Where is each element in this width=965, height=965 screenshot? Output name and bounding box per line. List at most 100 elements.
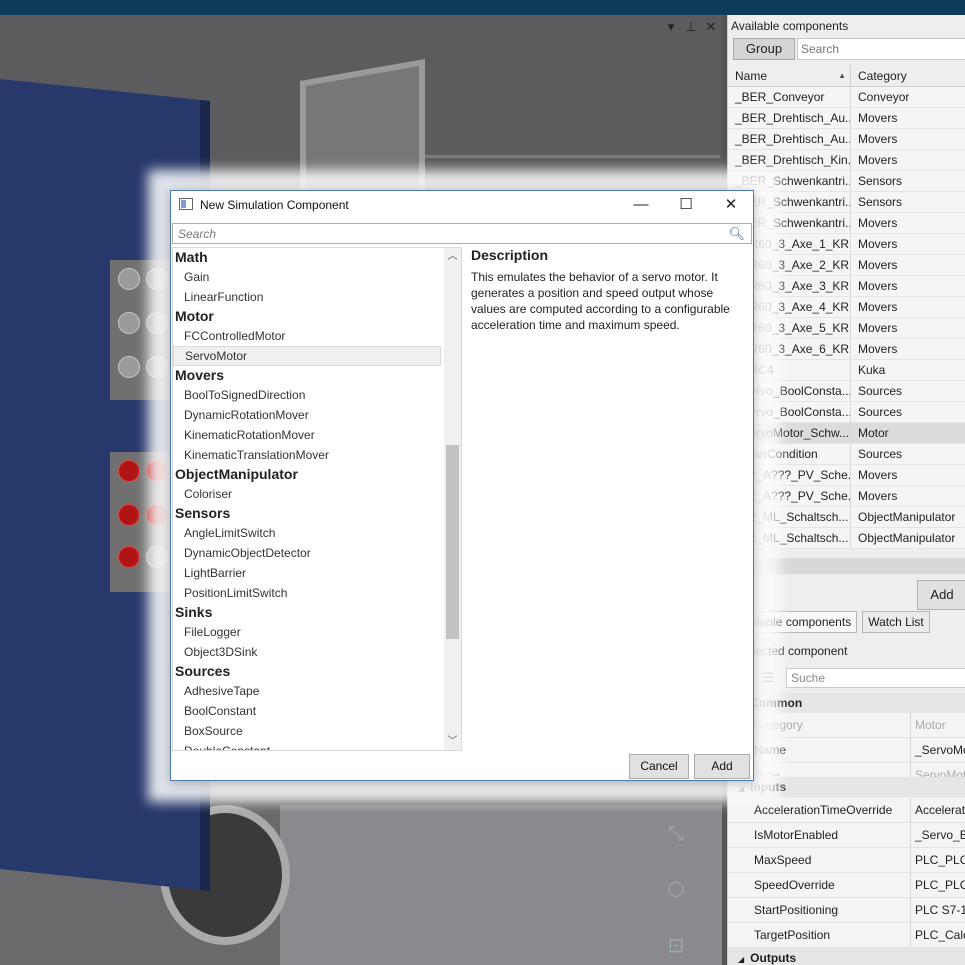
property-row[interactable]: SpeedOverridePLC_PLC_t xyxy=(728,873,965,898)
tree-item[interactable]: BoolConstant xyxy=(173,701,441,721)
cell-category: Movers xyxy=(858,321,898,335)
app-title-bar xyxy=(0,0,965,15)
components-search-input[interactable]: Search xyxy=(797,38,965,60)
search-icon[interactable]: 🔍︎ xyxy=(728,226,745,242)
tree-item[interactable]: AngleLimitSwitch xyxy=(173,523,441,543)
tree-category: Sources xyxy=(175,663,231,679)
minimize-button[interactable]: — xyxy=(618,191,664,220)
dialog-title: New Simulation Component xyxy=(200,198,349,212)
tree-item[interactable]: Coloriser xyxy=(173,484,441,504)
tree-item[interactable]: FCControlledMotor xyxy=(173,326,441,346)
scroll-thumb[interactable] xyxy=(446,445,459,639)
description-pane: Description This emulates the behavior o… xyxy=(471,247,753,751)
property-value[interactable]: AccelerationTime xyxy=(911,798,965,822)
cell-category: Movers xyxy=(858,132,898,146)
property-name: IsMotorEnabled xyxy=(728,823,911,847)
resize-icon[interactable]: ⤡ xyxy=(662,823,690,851)
tree-item[interactable]: Gain xyxy=(173,267,441,287)
cell-category: Sensors xyxy=(858,195,903,209)
tree-item[interactable]: BoxSource xyxy=(173,721,441,741)
pin-icon[interactable]: ⊥ xyxy=(684,19,698,35)
tree-item[interactable]: DoubleConstant xyxy=(173,741,441,750)
property-value[interactable]: _ServoMotor_Schw xyxy=(911,738,965,762)
tree-category: Motor xyxy=(175,308,214,324)
add-box-icon[interactable]: ⬡ xyxy=(662,877,690,905)
vertical-scrollbar[interactable]: ︿ ﹀ xyxy=(444,248,461,750)
property-row[interactable]: StartPositioningPLC S7-15 xyxy=(728,898,965,923)
table-row[interactable]: _BER_Conveyor Conveyor xyxy=(728,87,965,108)
cell-category: Sensors xyxy=(858,174,903,188)
cell-category: Movers xyxy=(858,153,898,167)
tree-item[interactable]: KinematicTranslationMover xyxy=(173,445,441,465)
property-value[interactable]: PLC S7-15 xyxy=(911,898,965,922)
cell-category: Movers xyxy=(858,300,898,314)
add-component-button[interactable]: Add xyxy=(917,580,965,610)
property-value[interactable]: PLC_PLC_t xyxy=(911,848,965,872)
cell-category: Kuka xyxy=(858,363,886,377)
cell-category: ObjectManipulator xyxy=(858,510,956,524)
cell-category: Conveyor xyxy=(858,90,910,104)
tree-item[interactable]: ServoMotor xyxy=(173,346,441,366)
sort-asc-icon: ▲ xyxy=(838,71,846,80)
tree-item[interactable]: LinearFunction xyxy=(173,287,441,307)
description-text: This emulates the behavior of a servo mo… xyxy=(471,270,730,332)
tree-category: Movers xyxy=(175,367,225,383)
property-search-input[interactable]: Suche xyxy=(786,668,965,688)
property-row[interactable]: TargetPositionPLC_Calc_ xyxy=(728,923,965,948)
tree-item[interactable]: PositionLimitSwitch xyxy=(173,583,441,603)
property-row[interactable]: MaxSpeedPLC_PLC_t xyxy=(728,848,965,873)
new-simulation-component-dialog: New Simulation Component — ☐ ✕ 🔍︎ Math Ga… xyxy=(170,190,754,781)
scroll-down-icon[interactable]: ﹀ xyxy=(444,733,461,750)
property-value[interactable]: PLC_Calc_ xyxy=(911,923,965,947)
cell-name: _BER_Drehtisch_Kin... xyxy=(728,150,851,170)
scene-machine-base xyxy=(280,805,722,965)
property-value[interactable]: Motor xyxy=(911,713,965,737)
maximize-button[interactable]: ☐ xyxy=(663,191,709,220)
property-value[interactable]: _Servo_BoolConsta xyxy=(911,823,965,847)
property-name: MaxSpeed xyxy=(728,848,911,872)
tab-watch-list[interactable]: Watch List xyxy=(862,611,930,633)
zoom-fit-icon[interactable]: ⊡ xyxy=(662,933,690,961)
scene-knob xyxy=(118,546,140,568)
cell-category: Movers xyxy=(858,468,898,482)
column-header-name[interactable]: Name ▲ xyxy=(728,65,851,86)
property-category-outputs[interactable]: ◢ Outputs xyxy=(728,948,965,965)
scene-knob xyxy=(118,312,140,334)
column-header-category[interactable]: Category xyxy=(851,65,965,86)
property-row[interactable]: IsMotorEnabled_Servo_BoolConsta xyxy=(728,823,965,848)
dropdown-icon[interactable]: ▾ xyxy=(664,19,678,35)
cell-category: ObjectManipulator xyxy=(858,531,956,545)
tree-item[interactable]: BoolToSignedDirection xyxy=(173,385,441,405)
table-row[interactable]: _BER_Drehtisch_Au... Movers xyxy=(728,108,965,129)
tree-item[interactable]: KinematicRotationMover xyxy=(173,425,441,445)
tree-item[interactable]: LightBarrier xyxy=(173,563,441,583)
close-button[interactable]: ✕ xyxy=(708,191,754,220)
component-tree: Math Gain LinearFunction Motor FCControlledM… xyxy=(172,247,462,751)
window-icon xyxy=(179,198,193,210)
add-button[interactable]: Add xyxy=(694,754,750,779)
scene-knob xyxy=(118,356,140,378)
dialog-title-bar: New Simulation Component — ☐ ✕ xyxy=(171,191,753,220)
tree-category: Sensors xyxy=(175,505,231,521)
cell-category: Sources xyxy=(858,447,903,461)
tree-category: Math xyxy=(175,249,208,265)
cancel-button[interactable]: Cancel xyxy=(629,754,689,779)
table-row[interactable]: _BER_Drehtisch_Au... Movers xyxy=(728,129,965,150)
table-row[interactable]: _BER_Drehtisch_Kin... Movers xyxy=(728,150,965,171)
tree-item[interactable]: DynamicRotationMover xyxy=(173,405,441,425)
tree-item[interactable]: AdhesiveTape xyxy=(173,681,441,701)
property-toolbar: ☰ Suche xyxy=(758,667,965,689)
group-button[interactable]: Group xyxy=(733,38,795,60)
close-icon[interactable]: ✕ xyxy=(704,19,718,35)
viewport-toolbar: ▾ ⊥ ✕ xyxy=(664,17,718,37)
collapse-icon: ◢ xyxy=(738,955,745,964)
cell-category: Movers xyxy=(858,216,898,230)
cell-category: Movers xyxy=(858,279,898,293)
property-value[interactable]: PLC_PLC_t xyxy=(911,873,965,897)
cell-name: _BER_Drehtisch_Au... xyxy=(728,108,851,128)
tree-item[interactable]: Object3DSink xyxy=(173,642,441,662)
tree-item[interactable]: DynamicObjectDetector xyxy=(173,543,441,563)
scroll-up-icon[interactable]: ︿ xyxy=(444,248,461,265)
tree-item[interactable]: FileLogger xyxy=(173,622,441,642)
dialog-search-input[interactable] xyxy=(173,224,713,243)
